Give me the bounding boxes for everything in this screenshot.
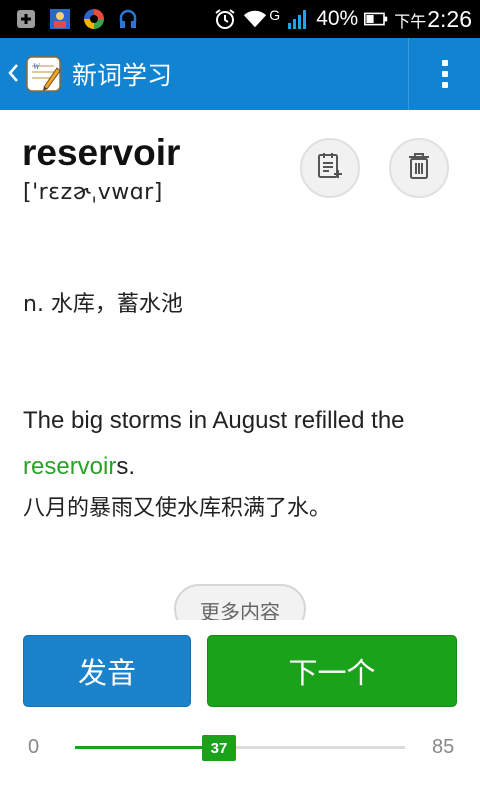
example-text: The big storms in August refilled the	[23, 407, 405, 434]
definition: n. 水库，蓄水池	[23, 292, 183, 317]
overflow-menu-button[interactable]	[409, 38, 480, 110]
battery-icon	[364, 7, 388, 31]
overflow-dot	[441, 82, 448, 88]
wifi-icon	[243, 7, 267, 31]
app-logo-icon[interactable]: W	[24, 54, 64, 94]
headset-icon	[116, 7, 140, 31]
overflow-dot	[441, 71, 448, 77]
phonetic: ['rɛzɚˌvwɑr]	[23, 180, 163, 205]
alarm-icon	[213, 7, 237, 31]
example-sentence-zh: 八月的暴雨又使水库积满了水。	[23, 496, 332, 521]
example-sentence-en: The big storms in August refilled the re…	[23, 398, 463, 490]
signal-icon	[286, 7, 310, 31]
example-text-end: s.	[116, 453, 136, 480]
add-box-icon	[14, 7, 38, 31]
contact-card-icon	[48, 7, 72, 31]
network-type: G	[269, 7, 281, 23]
next-button[interactable]: 下一个	[207, 635, 457, 707]
progress-thumb[interactable]: 37	[202, 735, 236, 761]
battery-percent: 40%	[316, 7, 359, 30]
delete-word-button[interactable]	[389, 138, 449, 198]
progress-max: 85	[432, 736, 455, 758]
pronounce-button[interactable]: 发音	[23, 635, 191, 707]
app-colorful-icon	[82, 7, 106, 31]
clock: 下午 2:26	[394, 6, 472, 33]
progress-track[interactable]	[75, 746, 405, 749]
trash-icon	[406, 151, 432, 185]
status-bar: G 40% 下午 2:26	[0, 0, 480, 38]
overflow-menu-icon	[441, 60, 448, 66]
app-bar: W 新词学习	[0, 38, 480, 110]
progress-fill	[75, 746, 219, 749]
word-title: reservoir	[22, 132, 181, 173]
time-period: 下午	[394, 13, 427, 31]
page-title: 新词学习	[72, 61, 173, 90]
example-highlight: reservoir	[23, 453, 117, 480]
system-indicators: G 40% 下午 2:26	[213, 0, 472, 38]
progress-min: 0	[28, 736, 40, 758]
time: 2:26	[427, 5, 472, 32]
note-add-icon	[316, 151, 344, 185]
add-to-notebook-button[interactable]	[300, 138, 360, 198]
notification-icons	[14, 7, 140, 31]
back-chevron-icon[interactable]	[6, 58, 26, 88]
